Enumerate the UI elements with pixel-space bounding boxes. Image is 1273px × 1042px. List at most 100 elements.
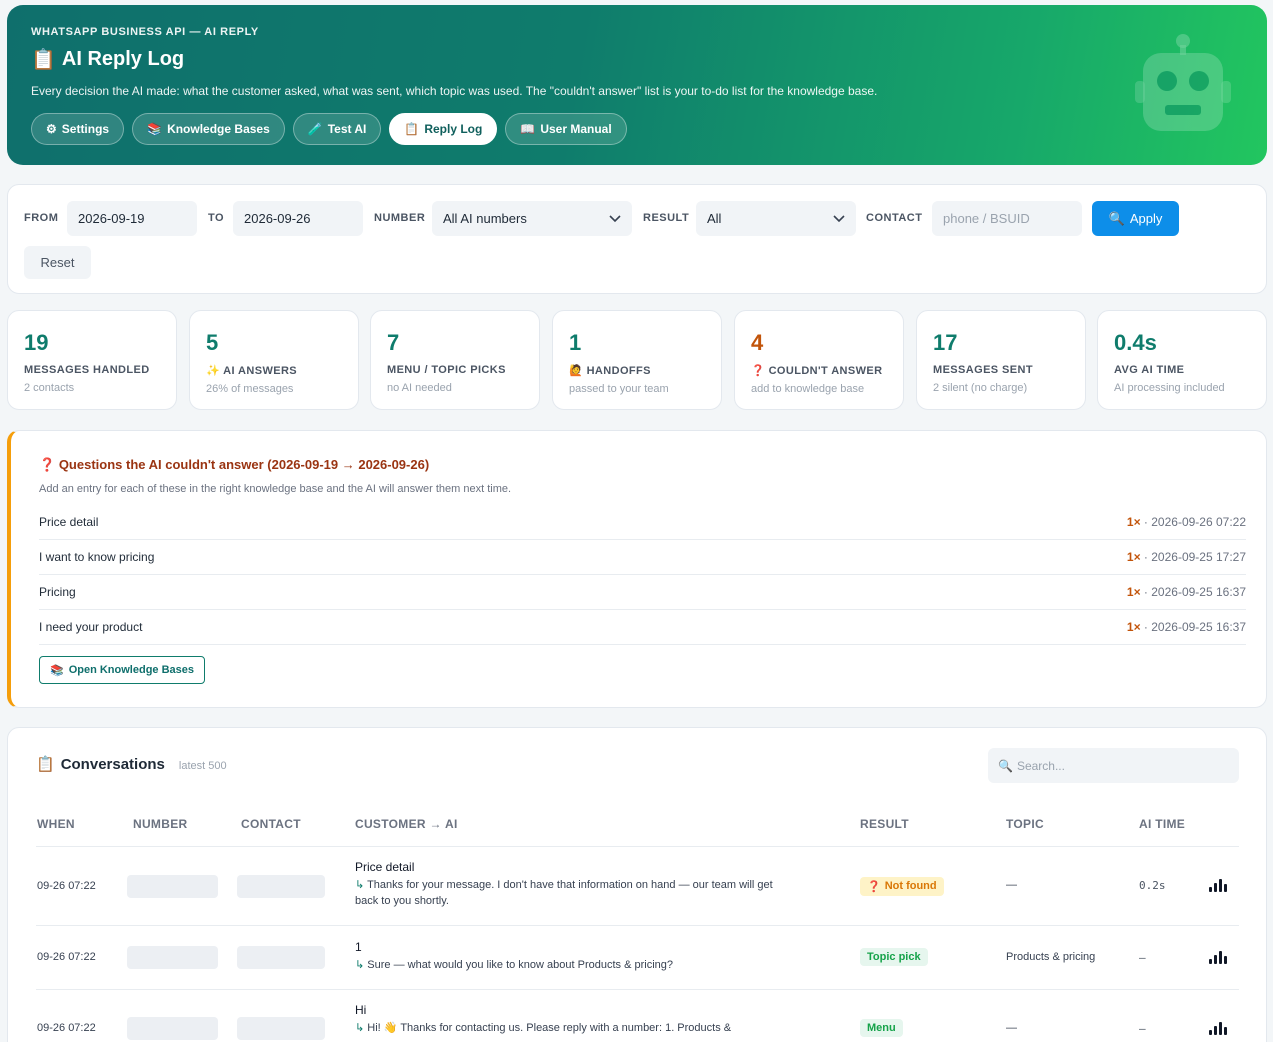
number-select[interactable]: All AI numbers: [432, 201, 632, 236]
books-icon: 📚: [49, 664, 64, 677]
conversations-panel: 📋 Conversations latest 500 🔍 Search... WH…: [7, 727, 1267, 1042]
status-badge-label: Menu: [867, 1022, 896, 1034]
stat-messages-sent: 17 MESSAGES SENT 2 silent (no charge): [916, 310, 1086, 410]
row-topic: —: [1006, 1022, 1017, 1034]
table-row[interactable]: 09-26 07:22 Hi ↳ Hi! 👋 Thanks for contac…: [36, 991, 1239, 1042]
status-badge-label: Topic pick: [867, 951, 921, 963]
nav-knowledge-bases-button[interactable]: 📚 Knowledge Bases: [132, 113, 285, 145]
stat-value: 5: [206, 330, 219, 355]
stat-label: MESSAGES HANDLED: [24, 364, 160, 376]
column-header-ai-time[interactable]: AI TIME: [1139, 817, 1185, 831]
row-ai-time: –: [1139, 1022, 1146, 1035]
table-row[interactable]: 09-26 07:22 1 ↳ Sure — what would you li…: [36, 927, 1239, 990]
search-icon: 🔍: [998, 758, 1013, 773]
customer-message: Hi: [355, 1003, 367, 1017]
apply-button[interactable]: 🔍 Apply: [1092, 201, 1179, 236]
list-item[interactable]: Pricing 1× · 2026-09-25 16:37: [39, 575, 1246, 610]
chevron-down-icon: [833, 214, 845, 222]
column-header-number[interactable]: NUMBER: [133, 817, 187, 831]
stat-value: 19: [24, 330, 49, 355]
reply-arrow-icon: ↳: [355, 959, 368, 971]
search-input[interactable]: 🔍 Search...: [988, 748, 1239, 783]
nav-test-ai-button[interactable]: 🧪 Test AI: [292, 113, 382, 145]
nav-label: Test AI: [327, 122, 367, 136]
nav-reply-log-button[interactable]: 📋 Reply Log: [389, 113, 498, 145]
ai-reply-text: Thanks for your message. I don't have th…: [355, 879, 773, 907]
raised-hand-icon: 🙋: [569, 365, 584, 377]
unanswered-questions-panel: ❓ Questions the AI couldn't answer (2026…: [7, 430, 1267, 708]
list-item[interactable]: Price detail 1× · 2026-09-26 07:22: [39, 505, 1246, 540]
stat-label: MENU / TOPIC PICKS: [387, 364, 523, 376]
stat-label-text: COULDN'T ANSWER: [768, 365, 883, 377]
nav-label: Settings: [61, 122, 110, 136]
details-chart-icon[interactable]: [1209, 1022, 1227, 1035]
timestamp: · 2026-09-26 07:22: [1143, 515, 1246, 529]
number-placeholder: [127, 946, 218, 969]
contact-placeholder: [237, 875, 325, 898]
reset-button[interactable]: Reset: [24, 246, 91, 279]
details-chart-icon[interactable]: [1209, 951, 1227, 964]
book-icon: 📖: [520, 122, 536, 136]
count: 1×: [1126, 550, 1141, 564]
header-description: Every decision the AI made: what the cus…: [31, 84, 878, 98]
column-header-contact[interactable]: CONTACT: [241, 817, 301, 831]
ai-reply: ↳ Hi! 👋 Thanks for contacting us. Please…: [355, 1020, 775, 1036]
status-badge-label: Not found: [884, 880, 937, 892]
stat-handoffs: 1 🙋 HANDOFFS passed to your team: [552, 310, 722, 410]
status-badge: Menu: [860, 1019, 903, 1037]
reply-arrow-icon: ↳: [355, 879, 368, 891]
nav-settings-button[interactable]: ⚙ Settings: [31, 113, 125, 145]
from-date-input[interactable]: 2026-09-19: [67, 201, 197, 236]
stat-label-text: MENU / TOPIC PICKS: [387, 364, 506, 376]
timestamp: · 2026-09-25 17:27: [1143, 550, 1246, 564]
stat-value: 7: [387, 330, 400, 355]
clipboard-icon: 📋: [36, 756, 55, 773]
number-placeholder: [127, 875, 218, 898]
stat-value: 4: [751, 330, 764, 355]
stat-subtext: no AI needed: [387, 382, 452, 394]
stat-label: MESSAGES SENT: [933, 364, 1069, 376]
stat-menu-topic-picks: 7 MENU / TOPIC PICKS no AI needed: [370, 310, 540, 410]
list-item[interactable]: I need your product 1× · 2026-09-25 16:37: [39, 610, 1246, 645]
row-ai-time: 0.2s: [1139, 879, 1166, 892]
row-exchange: 1 ↳ Sure — what would you like to know a…: [355, 940, 775, 973]
stat-value: 0.4s: [1114, 330, 1157, 355]
stat-label-text: AI ANSWERS: [223, 365, 298, 377]
list-item[interactable]: I want to know pricing 1× · 2026-09-25 17…: [39, 540, 1246, 575]
nav-user-manual-button[interactable]: 📖 User Manual: [505, 113, 627, 145]
question-text: I need your product: [39, 620, 143, 634]
test-tube-icon: 🧪: [307, 122, 323, 136]
nav-label: Knowledge Bases: [167, 122, 270, 136]
to-date-input[interactable]: 2026-09-26: [233, 201, 363, 236]
row-result: Topic pick: [860, 948, 928, 966]
table-row[interactable]: 09-26 07:22 Price detail ↳ Thanks for yo…: [36, 847, 1239, 926]
stat-couldnt-answer: 4 ❓ COULDN'T ANSWER add to knowledge bas…: [734, 310, 904, 410]
nav-label: User Manual: [540, 122, 612, 136]
column-header-result[interactable]: RESULT: [860, 817, 909, 831]
column-header-customer-ai[interactable]: CUSTOMER → AI: [355, 817, 458, 831]
conversations-title-text: Conversations: [60, 756, 165, 773]
column-header-when[interactable]: WHEN: [37, 817, 75, 831]
nav-label: Reply Log: [424, 122, 483, 136]
unanswered-title-text: Questions the AI couldn't answer (2026-0…: [58, 457, 430, 472]
details-chart-icon[interactable]: [1209, 879, 1227, 892]
contact-input[interactable]: phone / BSUID: [932, 201, 1082, 236]
clipboard-icon: 📋: [31, 49, 56, 71]
robot-icon: [1135, 34, 1231, 131]
conversations-subtitle: latest 500: [178, 760, 227, 772]
unanswered-description: Add an entry for each of these in the ri…: [39, 483, 512, 495]
result-select[interactable]: All: [696, 201, 856, 236]
number-select-value: All AI numbers: [443, 211, 527, 226]
header-kicker: WHATSAPP BUSINESS API — AI REPLY: [31, 26, 259, 38]
row-topic: Products & pricing: [1006, 951, 1096, 963]
conversations-title: 📋 Conversations latest 500: [36, 755, 227, 773]
row-when: 09-26 07:22: [37, 951, 96, 963]
customer-message: 1: [355, 940, 362, 954]
open-knowledge-bases-button[interactable]: 📚 Open Knowledge Bases: [39, 656, 205, 684]
page-title-text: AI Reply Log: [61, 48, 185, 70]
timestamp: · 2026-09-25 16:37: [1143, 585, 1246, 599]
column-header-topic[interactable]: TOPIC: [1006, 817, 1044, 831]
page-title: 📋 AI Reply Log: [31, 47, 184, 72]
ai-reply: ↳ Thanks for your message. I don't have …: [355, 877, 775, 909]
contact-placeholder: [237, 946, 325, 969]
